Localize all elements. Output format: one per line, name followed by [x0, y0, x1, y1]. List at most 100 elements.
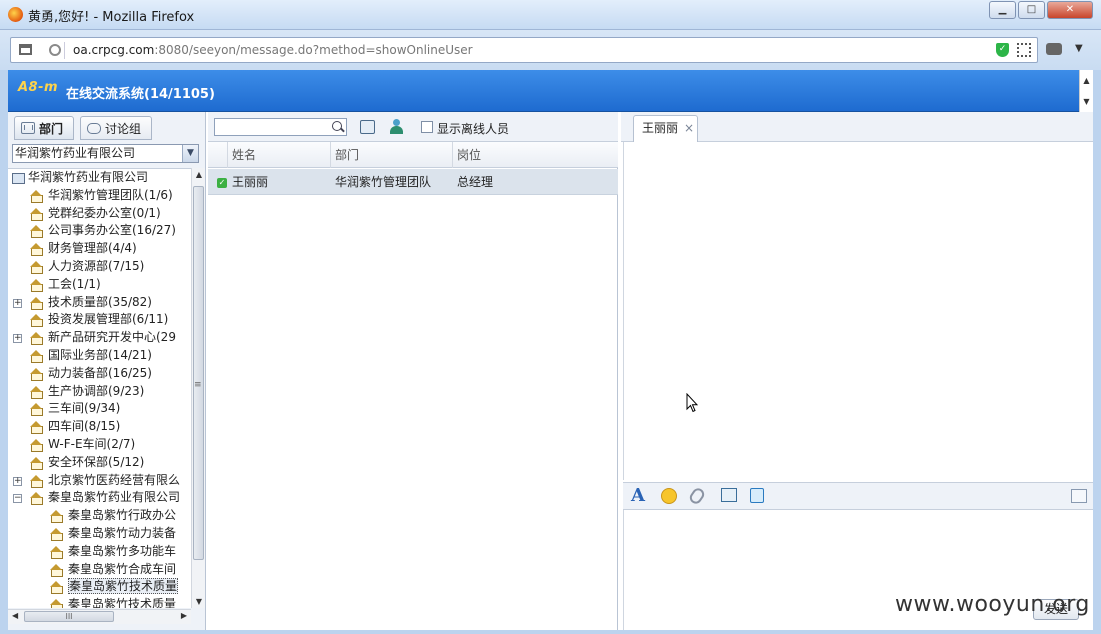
tree-sub-item[interactable]: 秦皇岛紫竹动力装备: [8, 525, 191, 543]
expand-icon[interactable]: +: [13, 476, 22, 486]
screenshot-icon[interactable]: [750, 488, 764, 503]
tree-item[interactable]: + 北京紫竹医药经营有限么: [8, 472, 191, 490]
mouse-cursor-icon: [686, 392, 699, 416]
tree-item[interactable]: 国际业务部(14/21): [8, 347, 191, 365]
tree-item-label: 三车间(9/34): [48, 401, 121, 416]
app-header: A8-m 在线交流系统(14/1105) ▲ ▼: [8, 70, 1093, 112]
scroll-left-arrow-icon[interactable]: ◀: [12, 611, 18, 620]
tree-sub-item-label: 秦皇岛紫竹行政办公: [68, 508, 177, 523]
tree-item[interactable]: W-F-E车间(2/7): [8, 436, 191, 454]
search-icon[interactable]: [332, 121, 342, 131]
tree-sub-item[interactable]: 秦皇岛紫竹技术质量: [8, 596, 191, 608]
message-settings-icon[interactable]: [1071, 489, 1087, 503]
show-offline-checkbox[interactable]: [421, 121, 433, 133]
chevron-down-icon[interactable]: ▼: [182, 145, 198, 162]
tree-sub-item-label: 秦皇岛紫竹动力装备: [68, 525, 177, 540]
tree-item-label: 新产品研究开发中心(29: [48, 330, 176, 345]
tree-item-label: 财务管理部(4/4): [48, 241, 137, 256]
minimize-button[interactable]: ▁: [989, 1, 1016, 19]
maximize-button[interactable]: □: [1018, 1, 1045, 19]
search-box[interactable]: [214, 118, 347, 136]
tree-item[interactable]: 华润紫竹管理团队(1/6): [8, 187, 191, 205]
scrollbar-thumb[interactable]: [193, 186, 204, 560]
cell-department: 华润紫竹管理团队: [335, 175, 432, 189]
department-icon: [30, 260, 43, 274]
table-row[interactable]: ✓ 王丽丽 华润紫竹管理团队 总经理: [208, 169, 618, 195]
user-icon[interactable]: [390, 119, 403, 134]
chat-tab[interactable]: 王丽丽 ×: [633, 115, 698, 142]
font-icon[interactable]: A: [631, 485, 645, 506]
tree-item[interactable]: − 秦皇岛紫竹药业有限公司: [8, 489, 191, 507]
tree-root[interactable]: 华润紫竹药业有限公司: [8, 169, 191, 187]
column-header-department[interactable]: 部门: [331, 142, 453, 168]
scroll-up-icon[interactable]: ▲: [1080, 70, 1093, 91]
collapse-icon[interactable]: −: [13, 494, 22, 504]
organization-node-icon: [12, 173, 25, 184]
tree-item[interactable]: + 新产品研究开发中心(29: [8, 329, 191, 347]
tree-item[interactable]: 生产协调部(9/23): [8, 383, 191, 401]
scroll-down-icon[interactable]: ▼: [1080, 91, 1093, 112]
url-bar[interactable]: oa.crpcg.com:8080/seeyon/message.do?meth…: [10, 37, 1038, 63]
insert-icon[interactable]: [721, 488, 737, 502]
department-icon: [50, 527, 63, 541]
department-icon: [30, 403, 43, 417]
tree-sub-item[interactable]: 秦皇岛紫竹技术质量: [8, 578, 191, 596]
tab-groups-icon[interactable]: [19, 44, 32, 55]
url-text[interactable]: oa.crpcg.com:8080/seeyon/message.do?meth…: [73, 43, 473, 57]
department-icon: [30, 225, 43, 239]
attachment-icon[interactable]: [687, 486, 707, 506]
tree-item[interactable]: 三车间(9/34): [8, 400, 191, 418]
scroll-right-arrow-icon[interactable]: ▶: [181, 611, 187, 620]
tree-item[interactable]: 四车间(8/15): [8, 418, 191, 436]
expand-icon[interactable]: +: [13, 298, 22, 308]
page-scrollbar[interactable]: ▲ ▼: [1079, 70, 1093, 112]
app-title: 在线交流系统(14/1105): [66, 87, 215, 102]
firefox-logo-icon: [8, 7, 23, 22]
tree-item[interactable]: 安全环保部(5/12): [8, 454, 191, 472]
tab-discussion-group[interactable]: 讨论组: [80, 116, 153, 140]
department-icon: [30, 492, 43, 506]
organization-select[interactable]: 华润紫竹药业有限公司 ▼: [12, 144, 199, 163]
tree-item[interactable]: 动力装备部(16/25): [8, 365, 191, 383]
scroll-up-arrow-icon[interactable]: ▲: [192, 170, 206, 179]
plugin-icon[interactable]: [1046, 43, 1062, 55]
tree-item[interactable]: 财务管理部(4/4): [8, 240, 191, 258]
tree-sub-item[interactable]: 秦皇岛紫竹合成车间: [8, 561, 191, 579]
tree-item[interactable]: 投资发展管理部(6/11): [8, 311, 191, 329]
tree-sub-item-label: 秦皇岛紫竹技术质量: [68, 597, 177, 608]
menu-dropdown-icon[interactable]: ▼: [1075, 43, 1083, 54]
tree-item[interactable]: 人力资源部(7/15): [8, 258, 191, 276]
tree-sub-item-label: 秦皇岛紫竹合成车间: [68, 561, 177, 576]
close-window-button[interactable]: ✕: [1047, 1, 1093, 19]
tree-vertical-scrollbar[interactable]: ▲ ≡ ▼: [191, 168, 205, 608]
tab-department[interactable]: 部门: [14, 116, 75, 140]
search-input[interactable]: [215, 119, 325, 135]
tree-sub-item-label: 秦皇岛紫竹多功能车: [68, 543, 177, 558]
shield-check-icon[interactable]: ✓: [996, 43, 1009, 57]
department-icon: [30, 456, 43, 470]
url-path: :8080/seeyon/message.do?method=showOnlin…: [154, 43, 473, 57]
expand-icon[interactable]: +: [13, 334, 22, 344]
tree-item[interactable]: 工会(1/1): [8, 276, 191, 294]
tree-item[interactable]: + 技术质量部(35/82): [8, 294, 191, 312]
column-header-name[interactable]: 姓名: [228, 142, 331, 168]
horizontal-scrollbar-thumb[interactable]: III: [24, 611, 114, 622]
tree-sub-item[interactable]: 秦皇岛紫竹多功能车: [8, 543, 191, 561]
site-identity-icon[interactable]: [49, 44, 61, 56]
user-list-panel: 显示离线人员 姓名 部门 岗位 ✓ 王丽丽 华润紫竹管理团队 总经理: [208, 112, 618, 630]
emoticon-icon[interactable]: [661, 488, 677, 504]
close-icon[interactable]: ×: [684, 116, 694, 141]
tree-horizontal-scrollbar[interactable]: ◀ III ▶: [8, 609, 191, 624]
scroll-down-arrow-icon[interactable]: ▼: [192, 597, 206, 606]
column-header-position[interactable]: 岗位: [453, 142, 618, 168]
department-filter-icon[interactable]: [360, 120, 375, 134]
department-icon: [30, 314, 43, 328]
tree-item[interactable]: 党群纪委办公室(0/1): [8, 205, 191, 223]
tree-item[interactable]: 公司事务办公室(16/27): [8, 222, 191, 240]
department-icon: [30, 367, 43, 381]
qr-code-icon[interactable]: [1017, 43, 1031, 57]
window-controls: ▁ □ ✕: [989, 1, 1093, 19]
organization-select-value: 华润紫竹药业有限公司: [15, 146, 136, 160]
url-identity[interactable]: [15, 42, 65, 59]
tree-sub-item[interactable]: 秦皇岛紫竹行政办公: [8, 507, 191, 525]
